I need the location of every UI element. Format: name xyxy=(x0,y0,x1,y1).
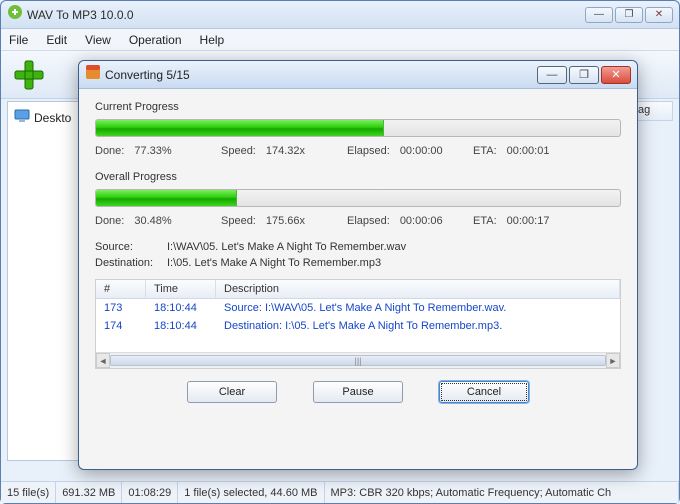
log-cell-number: 174 xyxy=(96,319,146,333)
current-progress-label: Current Progress xyxy=(95,101,621,113)
app-title: WAV To MP3 10.0.0 xyxy=(27,8,585,22)
overall-progress-bar xyxy=(95,189,621,207)
current-progress-fill xyxy=(96,120,384,136)
log-table: # Time Description 17318:10:44Source: I:… xyxy=(95,279,621,369)
cancel-button[interactable]: Cancel xyxy=(439,381,529,403)
scroll-thumb[interactable]: ||| xyxy=(110,355,606,366)
overall-progress-label: Overall Progress xyxy=(95,171,621,183)
log-cell-description: Destination: I:\05. Let's Make A Night T… xyxy=(216,319,620,333)
close-button[interactable]: ✕ xyxy=(645,7,673,23)
menu-file[interactable]: File xyxy=(9,33,28,47)
log-header-description[interactable]: Description xyxy=(216,280,620,298)
overall-eta-value: 00:00:17 xyxy=(507,215,550,227)
list-column-tag[interactable]: ag xyxy=(633,101,673,121)
current-done-label: Done: xyxy=(95,145,124,157)
minimize-button[interactable]: — xyxy=(585,7,613,23)
dialog-buttons: Clear Pause Cancel xyxy=(95,381,621,403)
dialog-maximize-button[interactable]: ❐ xyxy=(569,66,599,84)
desktop-icon xyxy=(14,108,30,127)
dialog-body: Current Progress Done: 77.33% Speed: 174.3… xyxy=(79,89,637,411)
current-eta-label: ETA: xyxy=(473,145,497,157)
app-icon xyxy=(7,4,23,25)
source-label: Source: xyxy=(95,241,167,253)
source-row: Source: I:\WAV\05. Let's Make A Night To… xyxy=(95,241,621,253)
dialog-window-controls: — ❐ ✕ xyxy=(537,66,631,84)
main-titlebar[interactable]: WAV To MP3 10.0.0 — ❐ ✕ xyxy=(1,1,679,29)
overall-elapsed-value: 00:00:06 xyxy=(400,215,443,227)
dialog-titlebar[interactable]: Converting 5/15 — ❐ ✕ xyxy=(79,61,637,89)
source-value: I:\WAV\05. Let's Make A Night To Remembe… xyxy=(167,241,406,253)
destination-value: I:\05. Let's Make A Night To Remember.mp… xyxy=(167,257,381,269)
current-speed-label: Speed: xyxy=(221,145,256,157)
maximize-button[interactable]: ❐ xyxy=(615,7,643,23)
log-row[interactable]: 17418:10:44Destination: I:\05. Let's Mak… xyxy=(96,317,620,335)
destination-row: Destination: I:\05. Let's Make A Night T… xyxy=(95,257,621,269)
menu-help[interactable]: Help xyxy=(200,33,225,47)
menu-edit[interactable]: Edit xyxy=(46,33,67,47)
overall-eta-label: ETA: xyxy=(473,215,497,227)
overall-stats: Done: 30.48% Speed: 175.66x Elapsed: 00:00:… xyxy=(95,215,621,227)
log-cell-time: 18:10:44 xyxy=(146,301,216,315)
current-progress-bar xyxy=(95,119,621,137)
dialog-icon xyxy=(85,64,101,85)
destination-label: Destination: xyxy=(95,257,167,269)
tree-item-label: Deskto xyxy=(34,111,71,125)
dialog-minimize-button[interactable]: — xyxy=(537,66,567,84)
current-elapsed-value: 00:00:00 xyxy=(400,145,443,157)
menu-operation[interactable]: Operation xyxy=(129,33,182,47)
menubar: File Edit View Operation Help xyxy=(1,29,679,51)
main-window-controls: — ❐ ✕ xyxy=(585,7,673,23)
overall-done-label: Done: xyxy=(95,215,124,227)
overall-elapsed-label: Elapsed: xyxy=(347,215,390,227)
converting-dialog: Converting 5/15 — ❐ ✕ Current Progress D… xyxy=(78,60,638,470)
overall-speed-value: 175.66x xyxy=(266,215,305,227)
add-files-icon[interactable] xyxy=(9,55,49,95)
status-size: 691.32 MB xyxy=(56,482,122,503)
log-header-number[interactable]: # xyxy=(96,280,146,298)
menu-view[interactable]: View xyxy=(85,33,111,47)
status-selected: 1 file(s) selected, 44.60 MB xyxy=(178,482,324,503)
overall-speed-label: Speed: xyxy=(221,215,256,227)
log-header: # Time Description xyxy=(96,280,620,299)
log-row[interactable]: 17318:10:44Source: I:\WAV\05. Let's Make… xyxy=(96,299,620,317)
dialog-title: Converting 5/15 xyxy=(105,68,537,82)
status-mp3settings: MP3: CBR 320 kbps; Automatic Frequency; … xyxy=(325,482,679,503)
scroll-left-arrow-icon[interactable]: ◄ xyxy=(96,353,110,368)
log-horizontal-scrollbar[interactable]: ◄ ||| ► xyxy=(96,352,620,368)
pause-button[interactable]: Pause xyxy=(313,381,403,403)
current-eta-value: 00:00:01 xyxy=(507,145,550,157)
log-cell-number: 173 xyxy=(96,301,146,315)
overall-done-value: 30.48% xyxy=(134,215,171,227)
current-speed-value: 174.32x xyxy=(266,145,305,157)
clear-button[interactable]: Clear xyxy=(187,381,277,403)
log-rows: 17318:10:44Source: I:\WAV\05. Let's Make… xyxy=(96,299,620,352)
scroll-right-arrow-icon[interactable]: ► xyxy=(606,353,620,368)
status-filecount: 15 file(s) xyxy=(1,482,56,503)
current-stats: Done: 77.33% Speed: 174.32x Elapsed: 00:00:… xyxy=(95,145,621,157)
current-elapsed-label: Elapsed: xyxy=(347,145,390,157)
log-header-time[interactable]: Time xyxy=(146,280,216,298)
statusbar: 15 file(s) 691.32 MB 01:08:29 1 file(s) … xyxy=(1,481,679,503)
status-duration: 01:08:29 xyxy=(122,482,178,503)
overall-progress-fill xyxy=(96,190,237,206)
dialog-close-button[interactable]: ✕ xyxy=(601,66,631,84)
current-done-value: 77.33% xyxy=(134,145,171,157)
log-cell-description: Source: I:\WAV\05. Let's Make A Night To… xyxy=(216,301,620,315)
log-cell-time: 18:10:44 xyxy=(146,319,216,333)
